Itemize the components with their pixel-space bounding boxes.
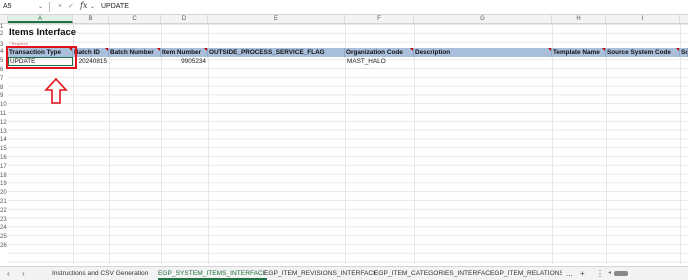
chevron-down-icon[interactable]: ⌄ <box>38 2 43 12</box>
tab-egp-system-items-interface[interactable]: EGP_SYSTEM_ITEMS_INTERFACE <box>158 269 268 280</box>
cell-item-number[interactable]: 9905234 <box>161 58 208 66</box>
column-header-i[interactable]: I <box>606 15 680 23</box>
row-header[interactable]: 22 <box>0 208 7 214</box>
tab-egp-item-revisions-interface[interactable]: EGP_ITEM_REVISIONS_INTERFACE <box>264 269 378 278</box>
header-cell[interactable]: Template Name <box>552 48 606 57</box>
row-header[interactable]: 13 <box>0 129 7 135</box>
check-icon[interactable]: ✓ <box>68 3 74 10</box>
table-header-row: Transaction Type Batch ID Batch Number I… <box>8 48 688 57</box>
row-header[interactable]: 14 <box>0 137 7 143</box>
column-header-c[interactable]: C <box>109 15 161 23</box>
table-row: UPDATE 20240815 9905234 MAST_HALO <box>8 58 688 66</box>
sheet-tab-bar: ‹ › Instructions and CSV Generation EGP_… <box>0 266 688 280</box>
cancel-icon[interactable]: × <box>58 3 62 10</box>
column-header-f[interactable]: F <box>345 15 414 23</box>
row-header[interactable]: 12 <box>0 120 7 126</box>
row-header[interactable]: 25 <box>0 234 7 240</box>
header-cell[interactable]: Item Number <box>161 48 208 57</box>
row-header[interactable]: 26 <box>0 243 7 249</box>
header-cell[interactable]: Batch Number <box>109 48 161 57</box>
row-header[interactable]: 15 <box>0 146 7 152</box>
horizontal-scrollbar[interactable]: ◂ <box>608 269 678 276</box>
column-headers: A B C D E F G H I <box>0 15 688 24</box>
cell-organization-code[interactable]: MAST_HALO <box>345 58 414 66</box>
column-header-b[interactable]: B <box>73 15 109 23</box>
column-header-e[interactable]: E <box>208 15 345 23</box>
header-cell[interactable]: Batch ID <box>73 48 109 57</box>
more-options-icon[interactable]: ⋮ <box>596 269 604 278</box>
formula-bar: A5 ⌄ × ✓ fx ⌄ UPDATE <box>0 0 688 15</box>
highlight-box <box>6 46 77 69</box>
row-header[interactable]: 10 <box>0 102 7 108</box>
chevron-right-icon[interactable]: › <box>22 269 25 278</box>
header-cell[interactable]: Description <box>414 48 552 57</box>
add-sheet-button[interactable]: + <box>580 269 585 278</box>
row-header[interactable]: 21 <box>0 199 7 205</box>
chevron-left-icon[interactable]: ‹ <box>7 269 10 278</box>
up-arrow-annotation-icon <box>44 77 68 104</box>
row-header[interactable]: 11 <box>0 111 7 117</box>
insert-function-button[interactable]: fx <box>80 1 87 10</box>
scroll-left-icon[interactable]: ◂ <box>608 269 611 276</box>
row-header[interactable]: 20 <box>0 190 7 196</box>
row-header[interactable]: 24 <box>0 225 7 231</box>
header-cell[interactable]: Sc <box>680 48 688 57</box>
row-header[interactable]: 18 <box>0 173 7 179</box>
row-header[interactable]: 8 <box>0 85 7 91</box>
more-sheets-button[interactable]: ... <box>566 269 573 278</box>
formula-actions: × ✓ <box>58 2 74 12</box>
header-cell[interactable]: Organization Code <box>345 48 414 57</box>
select-all-corner[interactable] <box>0 15 8 23</box>
chevron-down-icon[interactable]: ⌄ <box>90 2 95 12</box>
cell-batch-id[interactable]: 20240815 <box>73 58 109 66</box>
column-header-g[interactable]: G <box>414 15 552 23</box>
sheet-title: Items Interface <box>9 27 77 38</box>
tab-egp-item-relationship[interactable]: EGP_ITEM_RELATIONSHIP <box>490 269 562 278</box>
row-header[interactable]: 19 <box>0 181 7 187</box>
tab-egp-item-categories-interface[interactable]: EGP_ITEM_CATEGORIES_INTERFACE <box>374 269 494 278</box>
formula-input[interactable]: UPDATE <box>101 2 129 12</box>
column-header-a[interactable]: A <box>8 15 73 23</box>
header-cell[interactable]: OUTSIDE_PROCESS_SERVICE_FLAG <box>208 48 345 57</box>
row-header[interactable]: 17 <box>0 164 7 170</box>
scrollbar-thumb[interactable] <box>614 271 628 276</box>
row-header[interactable]: 9 <box>0 93 7 99</box>
column-header-d[interactable]: D <box>161 15 208 23</box>
row-header[interactable]: 7 <box>0 76 7 82</box>
row-header[interactable]: 1 <box>0 24 7 30</box>
tab-instructions[interactable]: Instructions and CSV Generation <box>52 269 148 278</box>
divider <box>49 2 50 12</box>
row-header[interactable]: 2 <box>0 31 7 37</box>
header-cell[interactable]: Source System Code <box>606 48 680 57</box>
row-header[interactable]: 16 <box>0 155 7 161</box>
row-header[interactable]: 23 <box>0 217 7 223</box>
column-header-h[interactable]: H <box>552 15 606 23</box>
